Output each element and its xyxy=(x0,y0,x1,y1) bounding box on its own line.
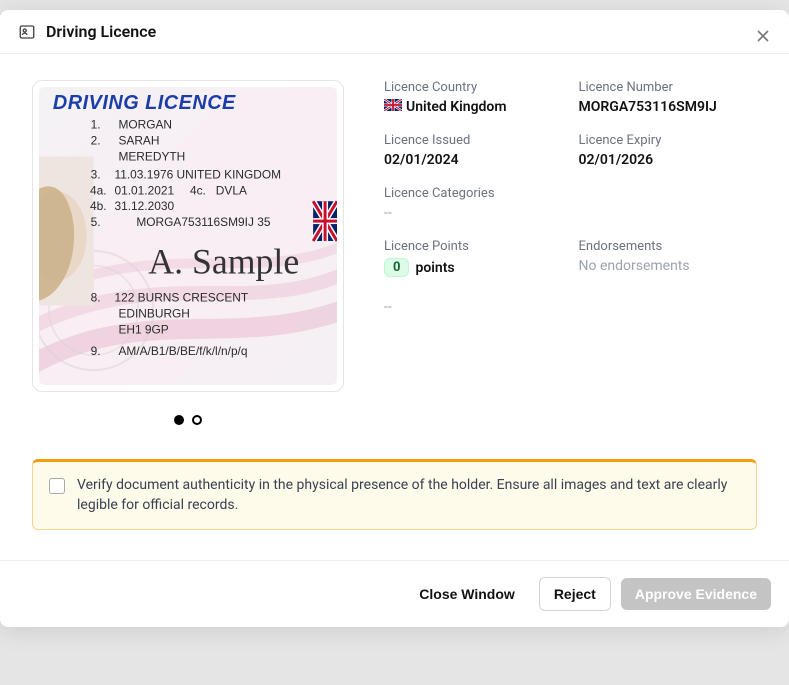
svg-text:EH1 9GP: EH1 9GP xyxy=(118,322,168,336)
field-label: Licence Points xyxy=(384,239,563,254)
licence-card-image: DRIVING LICENCE 1. MORGAN 2. SARAH MEREDYT… xyxy=(39,87,337,385)
field-issued: Licence Issued 02/01/2024 xyxy=(384,133,563,168)
points-extra: -- xyxy=(384,299,563,315)
svg-text:2.: 2. xyxy=(91,134,101,148)
svg-text:4c.: 4c. xyxy=(190,183,206,197)
svg-text:SARAH: SARAH xyxy=(118,134,159,148)
field-categories: Licence Categories -- xyxy=(384,186,757,221)
modal-body: DRIVING LICENCE 1. MORGAN 2. SARAH MEREDYT… xyxy=(0,54,789,459)
verify-checkbox[interactable] xyxy=(49,478,65,494)
svg-text:MORGA753116SM9IJ 35: MORGA753116SM9IJ 35 xyxy=(136,215,270,229)
close-window-button[interactable]: Close Window xyxy=(405,578,529,610)
field-endorsements: Endorsements No endorsements xyxy=(579,239,758,315)
close-icon[interactable] xyxy=(753,26,773,46)
reject-button[interactable]: Reject xyxy=(539,577,611,611)
svg-text:3.: 3. xyxy=(91,167,101,181)
points-badge: 0 xyxy=(384,258,409,277)
carousel-dot-1[interactable] xyxy=(174,415,184,425)
svg-text:A. Sample: A. Sample xyxy=(148,242,299,282)
field-label: Licence Expiry xyxy=(579,133,758,148)
field-value: MORGA753116SM9IJ xyxy=(579,99,758,115)
svg-text:AM/A/B1/B/BE/f/k/l/n/p/q: AM/A/B1/B/BE/f/k/l/n/p/q xyxy=(118,344,247,358)
svg-text:31.12.2030: 31.12.2030 xyxy=(114,199,174,213)
carousel-dot-2[interactable] xyxy=(192,415,202,425)
modal-footer: Close Window Reject Approve Evidence xyxy=(0,560,789,627)
field-label: Licence Issued xyxy=(384,133,563,148)
field-number: Licence Number MORGA753116SM9IJ xyxy=(579,80,758,115)
field-value: No endorsements xyxy=(579,258,758,274)
field-points: Licence Points 0 points -- xyxy=(384,239,563,315)
field-value: 02/01/2024 xyxy=(384,152,563,168)
field-value: points xyxy=(415,260,454,276)
field-value: 02/01/2026 xyxy=(579,152,758,168)
svg-text:DVLA: DVLA xyxy=(216,183,247,197)
uk-flag-icon xyxy=(384,99,402,115)
field-label: Licence Number xyxy=(579,80,758,95)
svg-text:9.: 9. xyxy=(91,344,101,358)
svg-text:4b.: 4b. xyxy=(90,199,107,213)
svg-text:5.: 5. xyxy=(91,215,101,229)
svg-text:MORGAN: MORGAN xyxy=(118,118,172,132)
svg-text:DRIVING LICENCE: DRIVING LICENCE xyxy=(53,92,236,114)
licence-image-frame: DRIVING LICENCE 1. MORGAN 2. SARAH MEREDYT… xyxy=(32,80,344,392)
modal-dialog: Driving Licence xyxy=(0,10,789,627)
svg-text:EDINBURGH: EDINBURGH xyxy=(118,306,189,320)
licence-image-column: DRIVING LICENCE 1. MORGAN 2. SARAH MEREDYT… xyxy=(32,80,344,429)
field-label: Licence Categories xyxy=(384,186,757,201)
svg-text:11.03.1976 UNITED KINGDOM: 11.03.1976 UNITED KINGDOM xyxy=(114,167,281,181)
field-expiry: Licence Expiry 02/01/2026 xyxy=(579,133,758,168)
modal-title: Driving Licence xyxy=(46,22,156,41)
carousel-dots xyxy=(32,410,344,429)
licence-icon xyxy=(18,23,36,41)
verify-text: Verify document authenticity in the phys… xyxy=(77,476,740,515)
field-value: -- xyxy=(384,205,757,221)
field-label: Licence Country xyxy=(384,80,563,95)
field-label: Endorsements xyxy=(579,239,758,254)
approve-evidence-button[interactable]: Approve Evidence xyxy=(621,578,771,610)
licence-details: Licence Country United Kingdom Licence xyxy=(384,80,757,429)
modal-header: Driving Licence xyxy=(0,10,789,54)
svg-text:1.: 1. xyxy=(91,118,101,132)
svg-text:MEREDYTH: MEREDYTH xyxy=(118,150,185,164)
svg-text:01.01.2021: 01.01.2021 xyxy=(114,183,174,197)
field-country: Licence Country United Kingdom xyxy=(384,80,563,115)
field-value: United Kingdom xyxy=(384,99,563,115)
svg-text:4a.: 4a. xyxy=(90,183,107,197)
svg-text:8.: 8. xyxy=(91,291,101,305)
verify-callout: Verify document authenticity in the phys… xyxy=(32,459,757,530)
svg-text:122 BURNS CRESCENT: 122 BURNS CRESCENT xyxy=(114,291,248,305)
